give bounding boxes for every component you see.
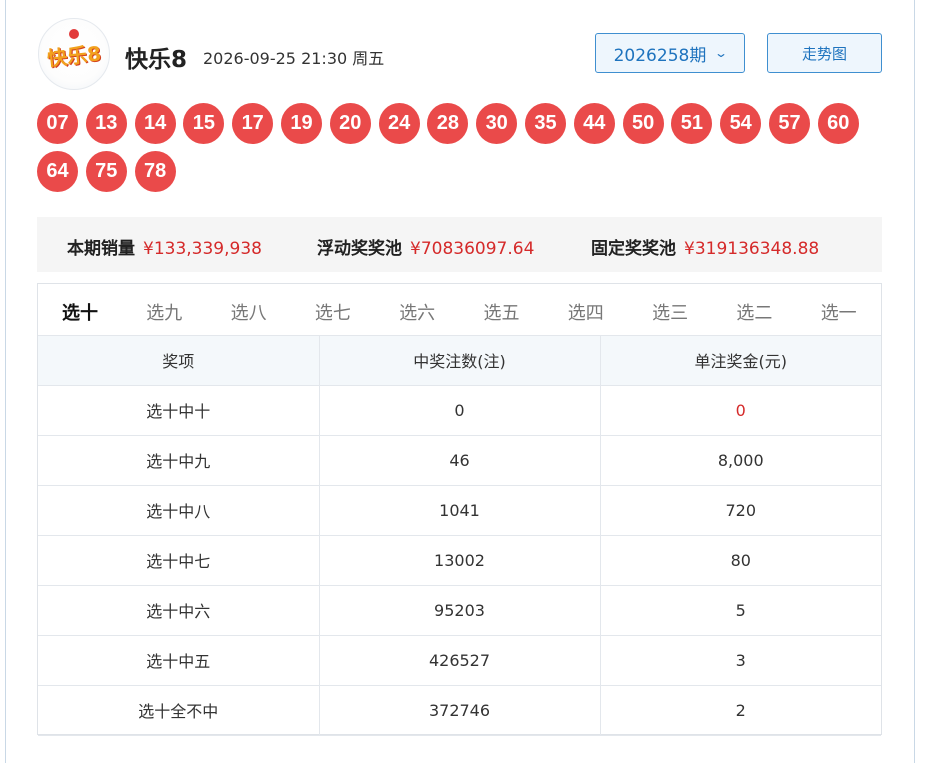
sales-stat: 本期销量 ¥133,339,938 [67, 234, 262, 259]
number-ball: 19 [281, 103, 322, 144]
winner-count-cell: 1041 [319, 485, 601, 536]
logo-text: 快乐8 [46, 40, 103, 71]
prize-amount-cell: 0 [600, 385, 881, 436]
prize-amount-cell: 3 [600, 635, 881, 686]
prize-level-cell: 选十中五 [38, 635, 320, 686]
prize-amount-cell: 8,000 [600, 435, 881, 486]
number-ball: 30 [476, 103, 518, 144]
fixed-pool-label: 固定奖奖池 [591, 239, 676, 259]
float-pool-value: ¥70836097.64 [410, 239, 535, 259]
number-ball: 17 [232, 103, 274, 144]
number-ball: 64 [37, 151, 78, 192]
tab-play-type[interactable]: 选三 [652, 299, 688, 325]
number-ball: 75 [85, 151, 127, 192]
prize-amount-cell: 80 [600, 535, 881, 586]
tab-play-type[interactable]: 选五 [484, 299, 520, 325]
tab-play-type[interactable]: 选七 [315, 299, 351, 325]
lottery-header: 快乐8 快乐8 2026-09-25 21:30 周五 2026258期 ⌄ 走… [38, 18, 882, 90]
tab-play-type[interactable]: 选八 [231, 299, 267, 325]
tab-play-type[interactable]: 选二 [736, 299, 772, 325]
winner-count-cell: 372746 [319, 685, 601, 736]
number-ball: 50 [622, 103, 664, 144]
col-header-winners: 中奖注数(注) [319, 336, 601, 386]
prize-level-cell: 选十中九 [38, 435, 320, 486]
issue-select[interactable]: 2026258期 ⌄ [595, 33, 745, 73]
number-ball: 44 [573, 103, 615, 144]
prize-amount-cell: 720 [600, 485, 881, 536]
tab-play-type[interactable]: 选六 [399, 299, 435, 325]
winner-count-cell: 46 [319, 435, 601, 486]
number-ball: 60 [817, 103, 859, 144]
table-row: 选十全不中 372746 2 [38, 685, 881, 736]
winner-count-cell: 13002 [319, 535, 601, 586]
draw-time: 2026-09-25 21:30 周五 [203, 49, 385, 68]
prize-level-cell: 选十中七 [38, 535, 320, 586]
prize-amount-cell: 2 [600, 685, 881, 736]
tab-play-type[interactable]: 选十 [62, 299, 98, 325]
prize-table: 奖项 中奖注数(注) 单注奖金(元) 选十中十 0 0 选十中九 46 8,000 选十中八… [38, 336, 881, 736]
table-row: 选十中六 95203 5 [38, 585, 881, 636]
kuaile8-logo: 快乐8 [38, 18, 110, 90]
logo-dot-icon [69, 29, 79, 39]
prize-amount-cell: 5 [600, 585, 881, 636]
prize-level-cell: 选十全不中 [38, 685, 320, 736]
number-ball: 14 [134, 103, 176, 144]
chevron-down-icon: ⌄ [714, 46, 729, 60]
tab-play-type[interactable]: 选一 [821, 299, 857, 325]
fixed-pool-stat: 固定奖奖池 ¥319136348.88 [591, 234, 819, 259]
number-ball: 57 [769, 103, 810, 144]
sales-value: ¥133,339,938 [143, 239, 262, 259]
table-row: 选十中九 46 8,000 [38, 435, 881, 486]
sales-pool-bar: 本期销量 ¥133,339,938 浮动奖奖池 ¥70836097.64 固定奖奖池… [37, 217, 882, 272]
issue-select-label: 2026258期 [613, 45, 707, 66]
tab-play-type[interactable]: 选九 [146, 299, 182, 325]
game-name: 快乐8 [125, 47, 188, 73]
number-ball: 07 [37, 103, 78, 144]
fixed-pool-value: ¥319136348.88 [684, 239, 820, 259]
float-pool-label: 浮动奖奖池 [317, 239, 402, 259]
prize-panel: 选十 选九 选八 选七 选六 选五 选四 选三 选二 选一 奖项 中奖注数(注) 单注奖金(元) … [37, 283, 882, 736]
number-ball: 24 [378, 103, 420, 144]
winner-count-cell: 426527 [319, 635, 601, 686]
table-row: 选十中八 1041 720 [38, 485, 881, 536]
table-header-row: 奖项 中奖注数(注) 单注奖金(元) [38, 336, 881, 386]
tab-play-type[interactable]: 选四 [568, 299, 604, 325]
prize-level-cell: 选十中十 [38, 385, 320, 436]
number-ball: 20 [329, 103, 371, 144]
winner-count-cell: 0 [319, 385, 601, 436]
prize-level-cell: 选十中六 [38, 585, 320, 636]
float-pool-stat: 浮动奖奖池 ¥70836097.64 [317, 234, 534, 259]
table-row: 选十中五 426527 3 [38, 635, 881, 686]
winner-count-cell: 95203 [319, 585, 601, 636]
prize-level-cell: 选十中八 [38, 485, 320, 536]
number-ball: 54 [720, 103, 762, 144]
play-type-tabs: 选十 选九 选八 选七 选六 选五 选四 选三 选二 选一 [38, 284, 881, 336]
number-ball: 78 [134, 151, 176, 192]
trend-chart-button[interactable]: 走势图 [767, 33, 882, 73]
col-header-amount: 单注奖金(元) [600, 336, 881, 386]
table-row: 选十中七 13002 80 [38, 535, 881, 586]
number-ball: 13 [85, 103, 127, 144]
col-header-prize: 奖项 [38, 336, 320, 386]
number-ball: 35 [525, 103, 566, 144]
table-row: 选十中十 0 0 [38, 385, 881, 436]
sales-label: 本期销量 [67, 239, 135, 259]
